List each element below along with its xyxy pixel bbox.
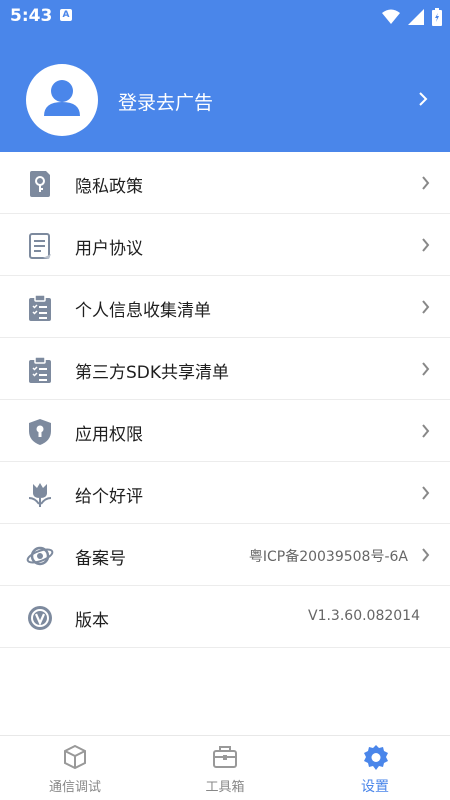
status-icons <box>379 6 442 26</box>
menu-label: 备案号 <box>75 549 126 569</box>
icp-record-number: 粤ICP备20039508号-6A <box>248 549 408 565</box>
version-number: V1.3.60.082014 <box>308 608 420 624</box>
menu-item-icp-record[interactable]: 备案号 粤ICP备20039508号-6A <box>0 524 450 586</box>
menu-label: 给个好评 <box>75 487 143 507</box>
chevron-right-icon <box>422 548 430 562</box>
tab-label: 工具箱 <box>205 780 245 795</box>
tab-toolbox[interactable]: 工具箱 <box>150 736 300 800</box>
flower-icon <box>28 483 52 507</box>
menu-label: 第三方SDK共享清单 <box>75 363 230 383</box>
key-document-icon <box>30 171 50 197</box>
menu-item-version: 版本 V1.3.60.082014 <box>0 586 450 648</box>
document-icon <box>29 233 51 259</box>
menu-item-user-agreement[interactable]: 用户协议 <box>0 214 450 276</box>
user-icon <box>44 80 80 116</box>
shield-lock-icon <box>29 419 51 445</box>
menu-label: 隐私政策 <box>75 177 143 197</box>
tab-label: 设置 <box>361 779 389 795</box>
status-time: 5:43 <box>10 6 53 26</box>
menu-item-app-permissions[interactable]: 应用权限 <box>0 400 450 462</box>
gear-icon <box>364 745 388 770</box>
tab-debug[interactable]: 通信调试 <box>0 736 150 800</box>
menu-label: 个人信息收集清单 <box>75 301 211 321</box>
bottom-tab-bar: 通信调试 工具箱 设置 <box>0 735 450 800</box>
menu-item-third-party-sdk-list[interactable]: 第三方SDK共享清单 <box>0 338 450 400</box>
menu-label: 版本 <box>75 611 109 631</box>
menu-label: 用户协议 <box>75 239 143 259</box>
signal-icon <box>407 8 424 25</box>
chevron-right-icon <box>422 176 430 190</box>
cube-icon <box>64 744 86 770</box>
battery-icon <box>432 7 442 26</box>
wifi-icon <box>381 9 400 24</box>
version-icon <box>28 606 52 630</box>
login-label[interactable]: 登录去广告 <box>118 88 213 115</box>
menu-item-personal-info-list[interactable]: 个人信息收集清单 <box>0 276 450 338</box>
menu-item-rate-app[interactable]: 给个好评 <box>0 462 450 524</box>
planet-icon <box>26 546 54 566</box>
clipboard-list-icon <box>29 356 51 383</box>
tab-settings[interactable]: 设置 <box>300 736 450 800</box>
status-bar: 5:43 A <box>0 0 450 32</box>
chevron-right-icon <box>419 92 428 106</box>
chevron-right-icon <box>422 300 430 314</box>
chevron-right-icon <box>422 486 430 500</box>
login-header[interactable]: 登录去广告 <box>0 32 450 152</box>
tab-label: 通信调试 <box>48 780 101 795</box>
menu-item-privacy-policy[interactable]: 隐私政策 <box>0 152 450 214</box>
chevron-right-icon <box>422 362 430 376</box>
menu-label: 应用权限 <box>75 425 143 445</box>
avatar[interactable] <box>26 64 98 136</box>
chevron-right-icon <box>422 424 430 438</box>
clipboard-list-icon <box>29 294 51 321</box>
toolbox-icon <box>213 746 237 768</box>
chevron-right-icon <box>422 238 430 252</box>
notification-icon: A <box>60 9 72 21</box>
settings-menu: 隐私政策 用户协议 个人信息收集清单 第三方SDK共享清单 应用权限 给个好评 … <box>0 152 450 648</box>
